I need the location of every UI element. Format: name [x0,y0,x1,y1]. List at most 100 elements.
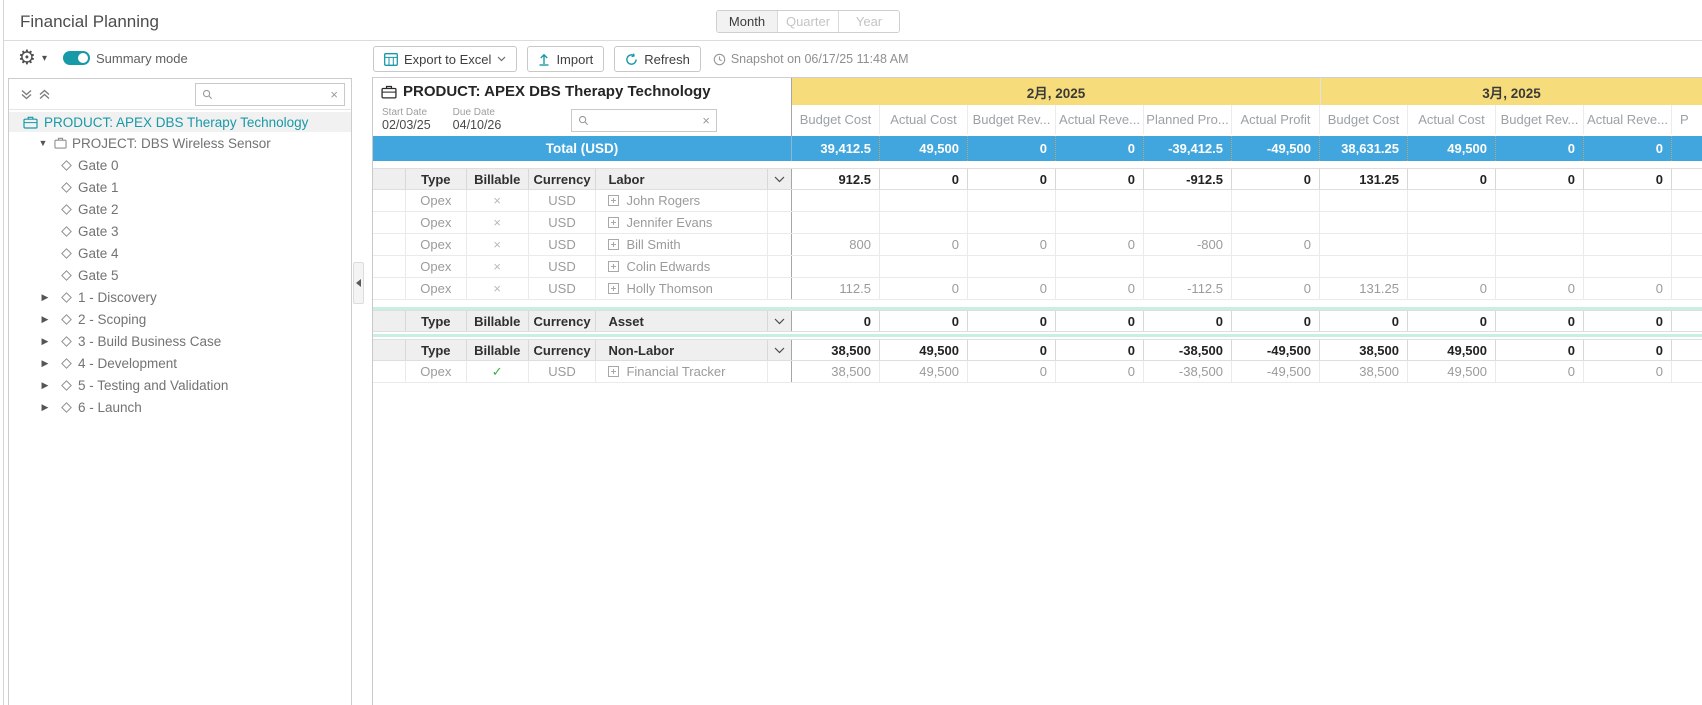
sidebar-item-gate-1[interactable]: Gate 1 [9,176,351,198]
value-cell[interactable]: -800 [1144,234,1232,255]
value-cell[interactable]: 0 [1056,278,1144,299]
clear-icon[interactable]: × [702,114,710,127]
type-cell[interactable]: Opex [406,256,467,277]
value-cell[interactable] [1408,190,1496,211]
value-cell[interactable]: 0 [968,361,1056,382]
sidebar-item-phase-5[interactable]: ▶6 - Launch [9,396,351,418]
value-cell[interactable]: 0 [1408,278,1496,299]
value-cell[interactable]: 0 [880,234,968,255]
value-cell[interactable] [1672,256,1702,277]
expand-box-icon[interactable] [608,283,619,294]
value-cell[interactable] [1320,256,1408,277]
currency-cell[interactable]: USD [529,234,597,255]
value-cell[interactable]: 49,500 [1408,361,1496,382]
value-cell[interactable] [1672,212,1702,233]
resource-name-cell[interactable]: John Rogers [596,190,768,211]
value-cell[interactable] [1672,361,1702,382]
type-cell[interactable]: Opex [406,361,467,382]
value-cell[interactable]: 38,500 [792,361,880,382]
value-cell[interactable]: -38,500 [1144,361,1232,382]
section-collapse-chevron[interactable] [768,311,791,331]
value-cell[interactable] [1496,212,1584,233]
billable-cell[interactable]: × [467,190,529,211]
value-cell[interactable]: 0 [1056,234,1144,255]
value-cell[interactable] [1232,212,1320,233]
currency-cell[interactable]: USD [529,256,597,277]
clear-icon[interactable]: × [330,88,338,101]
expand-box-icon[interactable] [608,239,619,250]
value-cell[interactable]: 112.5 [792,278,880,299]
value-cell[interactable]: 800 [792,234,880,255]
resource-name-cell[interactable]: Financial Tracker [596,361,768,382]
value-cell[interactable]: 0 [1056,361,1144,382]
value-cell[interactable] [1056,212,1144,233]
expand-box-icon[interactable] [608,195,619,206]
grid-search-input[interactable] [594,113,697,129]
value-cell[interactable] [1320,234,1408,255]
value-cell[interactable] [880,256,968,277]
sidebar-item-phase-4[interactable]: ▶5 - Testing and Validation [9,374,351,396]
value-cell[interactable] [1584,190,1672,211]
view-toggle-quarter[interactable]: Quarter [777,11,838,32]
billable-cell[interactable]: × [467,234,529,255]
import-button[interactable]: Import [527,46,604,72]
expand-box-icon[interactable] [608,366,619,377]
value-cell[interactable] [1672,190,1702,211]
caret-collapsed-icon[interactable]: ▶ [39,314,51,325]
value-cell[interactable] [1584,234,1672,255]
value-cell[interactable] [1144,256,1232,277]
value-cell[interactable] [1232,190,1320,211]
billable-cell[interactable]: × [467,256,529,277]
value-cell[interactable]: 49,500 [880,361,968,382]
caret-collapsed-icon[interactable]: ▶ [39,402,51,413]
export-to-excel-button[interactable]: Export to Excel [373,46,517,72]
type-cell[interactable]: Opex [406,234,467,255]
value-cell[interactable] [1056,256,1144,277]
value-cell[interactable] [968,190,1056,211]
value-cell[interactable]: 0 [1232,234,1320,255]
value-cell[interactable] [1144,212,1232,233]
caret-collapsed-icon[interactable]: ▶ [39,358,51,369]
value-cell[interactable]: 0 [880,278,968,299]
value-cell[interactable] [1672,234,1702,255]
resource-name-cell[interactable]: Holly Thomson [596,278,768,299]
type-cell[interactable]: Opex [406,212,467,233]
value-cell[interactable]: 0 [1496,278,1584,299]
summary-mode-toggle[interactable] [63,51,90,65]
expand-box-icon[interactable] [608,261,619,272]
value-cell[interactable] [792,190,880,211]
value-cell[interactable] [880,190,968,211]
view-toggle-year[interactable]: Year [838,11,899,32]
type-cell[interactable]: Opex [406,190,467,211]
value-cell[interactable] [1584,212,1672,233]
sidebar-item-gate-0[interactable]: Gate 0 [9,154,351,176]
value-cell[interactable] [792,256,880,277]
expand-all-icon[interactable] [35,85,53,103]
value-cell[interactable] [1584,256,1672,277]
value-cell[interactable] [968,212,1056,233]
value-cell[interactable] [1408,212,1496,233]
sidebar-item-gate-5[interactable]: Gate 5 [9,264,351,286]
view-toggle-month[interactable]: Month [717,11,777,32]
sidebar-search-input[interactable] [218,86,325,102]
caret-collapsed-icon[interactable]: ▶ [39,336,51,347]
currency-cell[interactable]: USD [529,190,597,211]
currency-cell[interactable]: USD [529,212,597,233]
value-cell[interactable]: 0 [1584,278,1672,299]
gear-caret-icon[interactable]: ▾ [42,53,47,64]
value-cell[interactable] [1496,234,1584,255]
caret-collapsed-icon[interactable]: ▶ [39,292,51,303]
billable-cell[interactable]: × [467,212,529,233]
expand-box-icon[interactable] [608,217,619,228]
sidebar-item-product[interactable]: PRODUCT: APEX DBS Therapy Technology [9,112,351,132]
value-cell[interactable]: 0 [1232,278,1320,299]
section-collapse-chevron[interactable] [768,169,791,189]
value-cell[interactable]: 0 [1584,361,1672,382]
value-cell[interactable] [1496,256,1584,277]
value-cell[interactable]: 131.25 [1320,278,1408,299]
sidebar-item-phase-2[interactable]: ▶3 - Build Business Case [9,330,351,352]
value-cell[interactable] [968,256,1056,277]
currency-cell[interactable]: USD [529,278,597,299]
sidebar-item-phase-0[interactable]: ▶1 - Discovery [9,286,351,308]
sidebar-item-project[interactable]: ▼PROJECT: DBS Wireless Sensor [9,132,351,154]
